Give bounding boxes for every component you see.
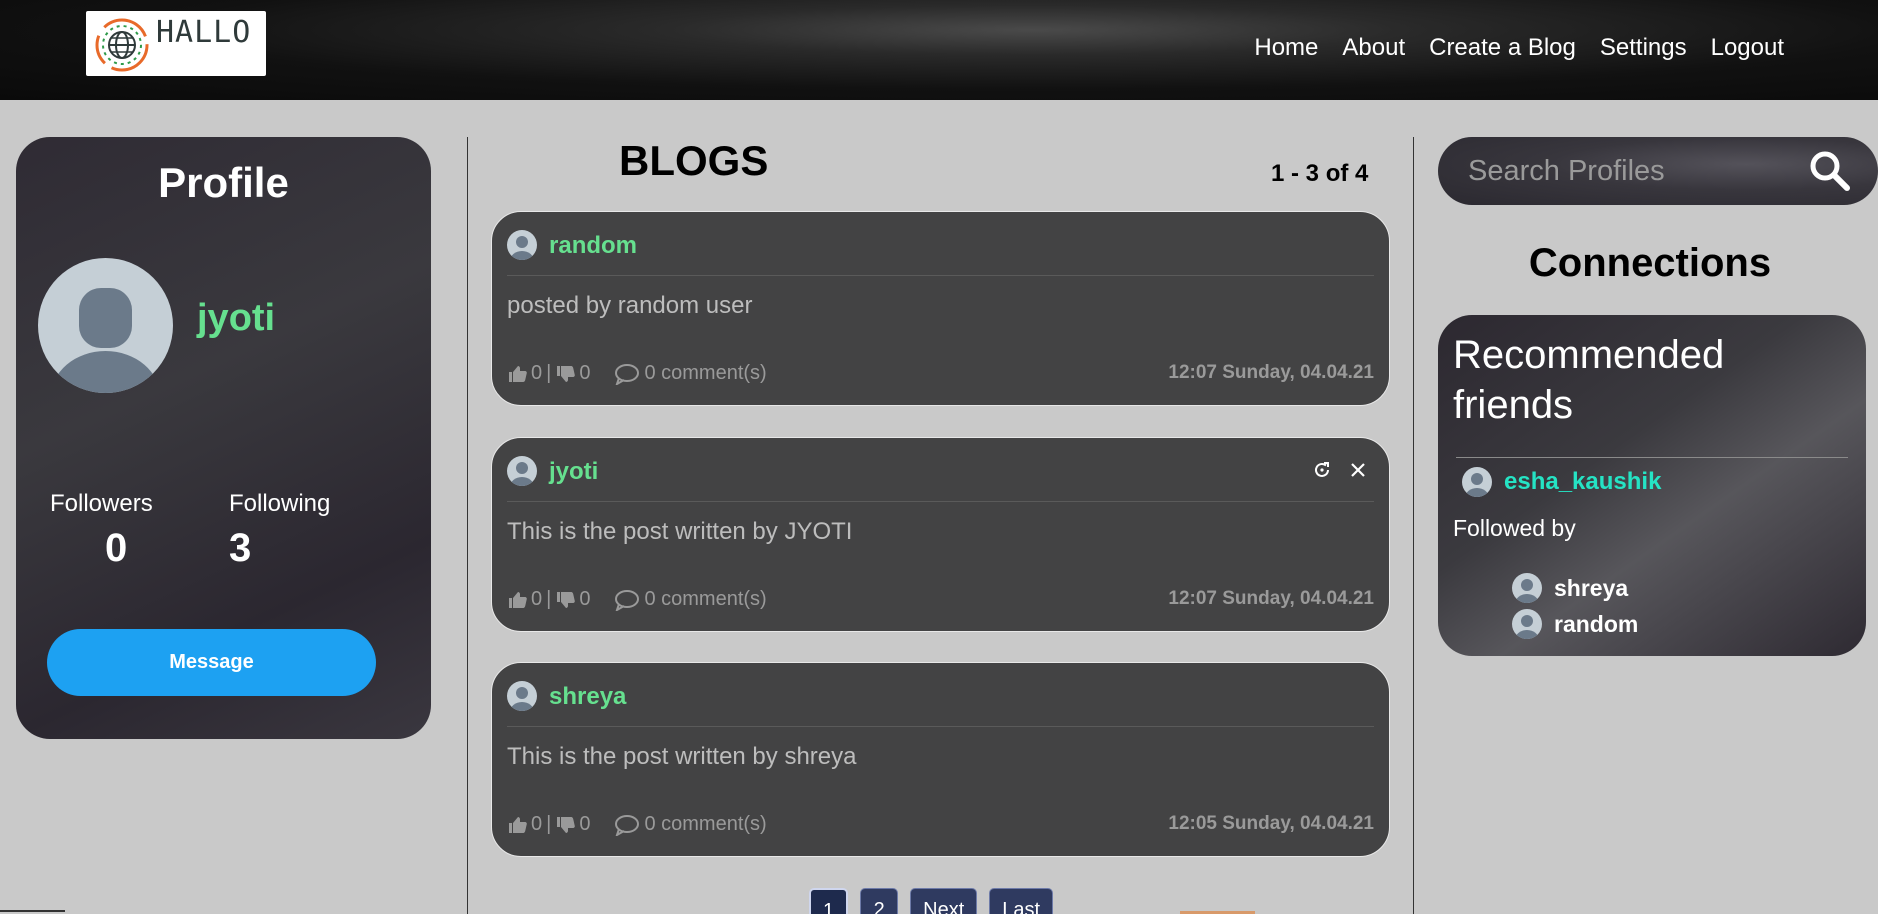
post-body: This is the post written by shreya	[507, 743, 857, 770]
likes-count: 0	[531, 588, 543, 610]
nav-create-blog-link[interactable]: Create a Blog	[1429, 34, 1576, 62]
avatar-icon	[50, 288, 161, 393]
comments-count: 0 comment(s)	[644, 362, 767, 384]
thumbs-up-icon[interactable]	[507, 590, 527, 610]
profile-card: Profile jyoti Followers 0 Following 3 Me…	[16, 137, 431, 739]
post-footer: 0 | 0 0 comment(s) 12:07 Sunday, 04.04.2…	[507, 588, 1374, 612]
recommended-user[interactable]: esha_kaushik	[1462, 467, 1661, 497]
blog-post: random posted by random user 0 | 0 0 com…	[491, 211, 1390, 406]
likes-count: 0	[531, 362, 543, 384]
recommended-title: Recommended friends	[1453, 333, 1725, 427]
avatar-icon	[507, 456, 537, 486]
followers-label: Followers	[50, 490, 153, 517]
post-body: This is the post written by JYOTI	[507, 518, 853, 545]
recommended-divider	[1456, 457, 1848, 458]
likes-count: 0	[531, 813, 543, 835]
nav-settings-link[interactable]: Settings	[1600, 34, 1687, 62]
avatar-icon	[1512, 573, 1542, 603]
thumbs-down-icon[interactable]	[555, 590, 576, 610]
logo-text: HALLO	[156, 15, 252, 50]
nav-menu: Home About Create a Blog Settings Logout	[1254, 34, 1784, 62]
follower-name[interactable]: shreya	[1554, 575, 1628, 602]
following-label: Following	[229, 490, 331, 517]
nav-home-link[interactable]: Home	[1254, 34, 1318, 62]
post-actions	[1312, 460, 1366, 480]
comment-icon	[615, 589, 640, 611]
blog-post: shreya This is the post written by shrey…	[491, 662, 1390, 857]
post-author[interactable]: jyoti	[549, 458, 598, 486]
dislikes-count: 0	[579, 813, 591, 835]
comments-count: 0 comment(s)	[644, 813, 767, 835]
followers-stat[interactable]: Followers 0	[50, 490, 153, 571]
pagination: 1 2 Next Last	[809, 888, 1054, 914]
avatar-icon	[507, 230, 537, 260]
next-page-button[interactable]: Next	[910, 888, 978, 914]
followers-count: 0	[105, 526, 128, 570]
right-divider	[1413, 137, 1414, 914]
avatar-icon	[1462, 467, 1492, 497]
nav-about-link[interactable]: About	[1342, 34, 1405, 62]
post-header: jyoti	[507, 456, 1374, 502]
globe-logo-icon	[95, 18, 149, 72]
comment-icon	[615, 814, 640, 836]
comments-link[interactable]: 0 comment(s)	[614, 362, 767, 385]
blog-range-count: 1 - 3 of 4	[1271, 160, 1369, 187]
followed-by-list: shreya random	[1512, 570, 1638, 642]
post-header: random	[507, 230, 1374, 276]
post-body: posted by random user	[507, 292, 753, 319]
post-header: shreya	[507, 681, 1374, 727]
comments-link[interactable]: 0 comment(s)	[614, 813, 767, 836]
vote-separator: |	[546, 362, 552, 384]
avatar-icon	[507, 681, 537, 711]
left-divider	[467, 137, 468, 914]
post-author[interactable]: random	[549, 232, 637, 260]
blog-post: jyoti This is the post written by JYOTI …	[491, 437, 1390, 632]
recommended-username[interactable]: esha_kaushik	[1504, 468, 1661, 496]
comments-link[interactable]: 0 comment(s)	[614, 588, 767, 611]
blogs-title: BLOGS	[619, 137, 769, 184]
message-button[interactable]: Message	[47, 629, 376, 696]
vote-separator: |	[546, 813, 552, 835]
vote-separator: |	[546, 588, 552, 610]
hallo-logo[interactable]: HALLO	[86, 11, 266, 76]
close-icon[interactable]	[1350, 462, 1366, 478]
nav-logout-link[interactable]: Logout	[1711, 34, 1784, 62]
thumbs-down-icon[interactable]	[555, 815, 576, 835]
post-footer: 0 | 0 0 comment(s) 12:07 Sunday, 04.04.2…	[507, 362, 1374, 386]
comments-count: 0 comment(s)	[644, 588, 767, 610]
page-2-button[interactable]: 2	[860, 888, 899, 914]
profile-title: Profile	[158, 159, 289, 206]
thumbs-up-icon[interactable]	[507, 815, 527, 835]
following-count: 3	[229, 526, 252, 570]
bottom-divider	[0, 910, 65, 912]
search-icon[interactable]	[1808, 149, 1852, 193]
following-stat[interactable]: Following 3	[229, 490, 330, 571]
avatar-icon	[1512, 609, 1542, 639]
connections-title: Connections	[1528, 241, 1772, 285]
post-footer: 0 | 0 0 comment(s) 12:05 Sunday, 04.04.2…	[507, 813, 1374, 837]
thumbs-down-icon[interactable]	[555, 364, 576, 384]
dislikes-count: 0	[579, 362, 591, 384]
search-box	[1438, 137, 1878, 205]
comment-icon	[615, 363, 640, 385]
post-author[interactable]: shreya	[549, 683, 626, 711]
thumbs-up-icon[interactable]	[507, 364, 527, 384]
post-timestamp: 12:07 Sunday, 04.04.21	[1168, 588, 1374, 609]
last-page-button[interactable]: Last	[989, 888, 1054, 914]
follower-name[interactable]: random	[1554, 611, 1638, 638]
navbar: HALLO Home About Create a Blog Settings …	[0, 0, 1878, 100]
post-timestamp: 12:05 Sunday, 04.04.21	[1168, 813, 1374, 834]
page-1-button[interactable]: 1	[809, 888, 849, 914]
recommended-friends-card: Recommended friends esha_kaushik Followe…	[1438, 315, 1866, 656]
list-item[interactable]: shreya	[1512, 570, 1638, 606]
list-item[interactable]: random	[1512, 606, 1638, 642]
refresh-icon[interactable]	[1312, 460, 1332, 480]
followed-by-label: Followed by	[1453, 515, 1576, 541]
post-timestamp: 12:07 Sunday, 04.04.21	[1168, 362, 1374, 383]
search-profiles-input[interactable]	[1468, 151, 1788, 191]
profile-avatar	[38, 258, 173, 393]
profile-username[interactable]: jyoti	[197, 297, 275, 340]
dislikes-count: 0	[579, 588, 591, 610]
